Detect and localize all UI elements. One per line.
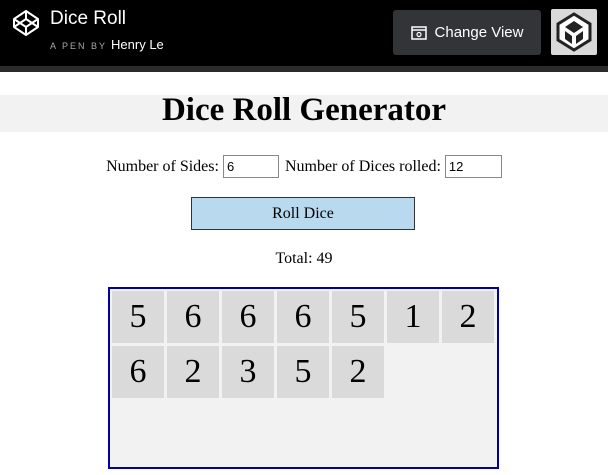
dice-count-label: Number of Dices rolled: <box>284 157 441 175</box>
window-icon <box>410 25 427 40</box>
sides-label: Number of Sides: <box>106 157 219 175</box>
dice-container: 5 6 6 6 5 1 2 6 2 3 5 2 <box>108 287 499 469</box>
pen-by-label: A PEN BY <box>50 41 108 51</box>
inputs-row: Number of Sides: Number of Dices rolled: <box>0 155 608 178</box>
pen-byline: A PEN BY Henry Le <box>50 37 164 52</box>
change-view-button[interactable]: Change View <box>393 10 541 55</box>
die: 2 <box>332 346 384 398</box>
header-divider <box>0 66 608 72</box>
roll-dice-button[interactable]: Roll Dice <box>191 197 415 230</box>
dice-count-input[interactable] <box>444 155 502 178</box>
die: 5 <box>332 291 384 343</box>
author-link[interactable]: Henry Le <box>111 37 164 52</box>
avatar[interactable] <box>551 9 597 55</box>
codepen-logo-icon[interactable] <box>12 9 40 37</box>
die: 2 <box>167 346 219 398</box>
die: 6 <box>167 291 219 343</box>
pen-title[interactable]: Dice Roll <box>50 8 126 30</box>
die: 6 <box>277 291 329 343</box>
die: 5 <box>277 346 329 398</box>
die: 2 <box>442 291 494 343</box>
die: 6 <box>112 346 164 398</box>
sides-input[interactable] <box>222 155 279 178</box>
page-title: Dice Roll Generator <box>161 92 447 128</box>
total-text: Total: 49 <box>275 250 333 267</box>
die: 6 <box>222 291 274 343</box>
die: 1 <box>387 291 439 343</box>
change-view-label: Change View <box>434 24 524 41</box>
codepen-header: Dice Roll A PEN BY Henry Le Change View <box>0 0 608 66</box>
die: 5 <box>112 291 164 343</box>
codepen-avatar-icon <box>556 12 592 52</box>
die: 3 <box>222 346 274 398</box>
